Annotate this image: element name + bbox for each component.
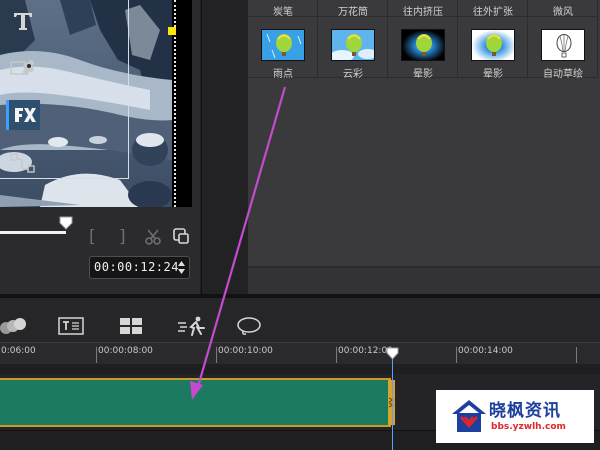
ruler-tick	[216, 347, 217, 363]
watermark-name: 晓枫资讯	[489, 401, 561, 421]
mark-out-icon[interactable]: ]	[119, 228, 126, 246]
timecode-value: 00:00:12:24	[94, 260, 179, 274]
effect-thumbnail	[401, 29, 445, 61]
effect-label: 云彩	[343, 69, 363, 80]
title-track-icon	[58, 317, 84, 335]
effect-item-clouds[interactable]: 云彩	[318, 0, 388, 80]
cut-icon[interactable]	[144, 228, 162, 246]
library-footer	[248, 268, 600, 294]
preview-scrubber[interactable]	[0, 231, 66, 234]
effect-label: 自动草绘	[543, 69, 583, 80]
crop-handle[interactable]	[168, 27, 176, 35]
grid-icon	[120, 318, 142, 334]
ruler-label: 00:00:10:00	[218, 346, 273, 356]
ruler-tick	[456, 347, 457, 363]
effect-item-vignette-light[interactable]: 晕影	[458, 0, 528, 80]
effect-item-raindrop[interactable]: 雨点	[248, 0, 318, 80]
effect-item-vignette-dark[interactable]: 晕影	[388, 0, 458, 80]
watermark-url: bbs.yzwlh.com	[491, 422, 566, 432]
track-manager-button[interactable]	[0, 316, 28, 336]
ruler-tick	[96, 347, 97, 363]
ruler-label: 00:00:14:00	[458, 346, 513, 356]
scrubber-thumb-icon[interactable]	[59, 216, 73, 230]
ruler-label: 0:06:00	[1, 346, 36, 356]
fx-category-button[interactable]	[6, 100, 40, 130]
filter-graphic-icon	[10, 60, 34, 75]
effect-thumbnail	[331, 29, 375, 61]
fx-icon	[14, 108, 36, 122]
timecode-stepper-icon[interactable]	[177, 258, 186, 277]
effect-item-auto-sketch[interactable]: 自动草绘	[528, 0, 598, 80]
motion-icon	[178, 316, 205, 336]
library-category-bar	[201, 0, 248, 294]
title-category-button[interactable]	[6, 6, 40, 36]
ruler-label: 00:00:12:00	[338, 346, 393, 356]
mask-button[interactable]	[236, 316, 262, 336]
title-track-button[interactable]	[58, 316, 84, 336]
path-icon	[10, 153, 35, 173]
effect-thumbnail	[471, 29, 515, 61]
text-icon	[14, 13, 32, 30]
playhead-line	[392, 354, 393, 450]
playhead-icon[interactable]	[386, 347, 399, 360]
motion-tracking-button[interactable]	[177, 316, 207, 336]
multi-track-icon	[0, 318, 26, 334]
effects-library: 炭笔 万花筒 往内挤压 往外扩张 微风 雨点 云彩 晕影 晕影 自动草绘	[248, 0, 600, 294]
graphic-category-button[interactable]	[6, 52, 40, 82]
effect-label: 雨点	[273, 69, 293, 80]
ruler-tick	[336, 347, 337, 363]
enlarge-preview-icon[interactable]	[172, 227, 190, 245]
mark-in-icon[interactable]: [	[89, 228, 96, 246]
lasso-icon	[237, 317, 261, 335]
ruler-label: 00:00:08:00	[98, 346, 153, 356]
path-category-button[interactable]	[6, 148, 40, 178]
effect-thumbnail	[541, 29, 585, 61]
ruler-tick	[576, 347, 577, 363]
timeline-toolbar	[0, 298, 600, 342]
watermark-logo	[452, 400, 486, 432]
effect-label: 晕影	[413, 69, 433, 80]
grid-button[interactable]	[118, 316, 144, 336]
timecode-field[interactable]: 00:00:12:24	[89, 256, 190, 279]
effect-label: 晕影	[483, 69, 503, 80]
effect-thumbnail	[261, 29, 305, 61]
video-clip[interactable]	[0, 378, 391, 427]
